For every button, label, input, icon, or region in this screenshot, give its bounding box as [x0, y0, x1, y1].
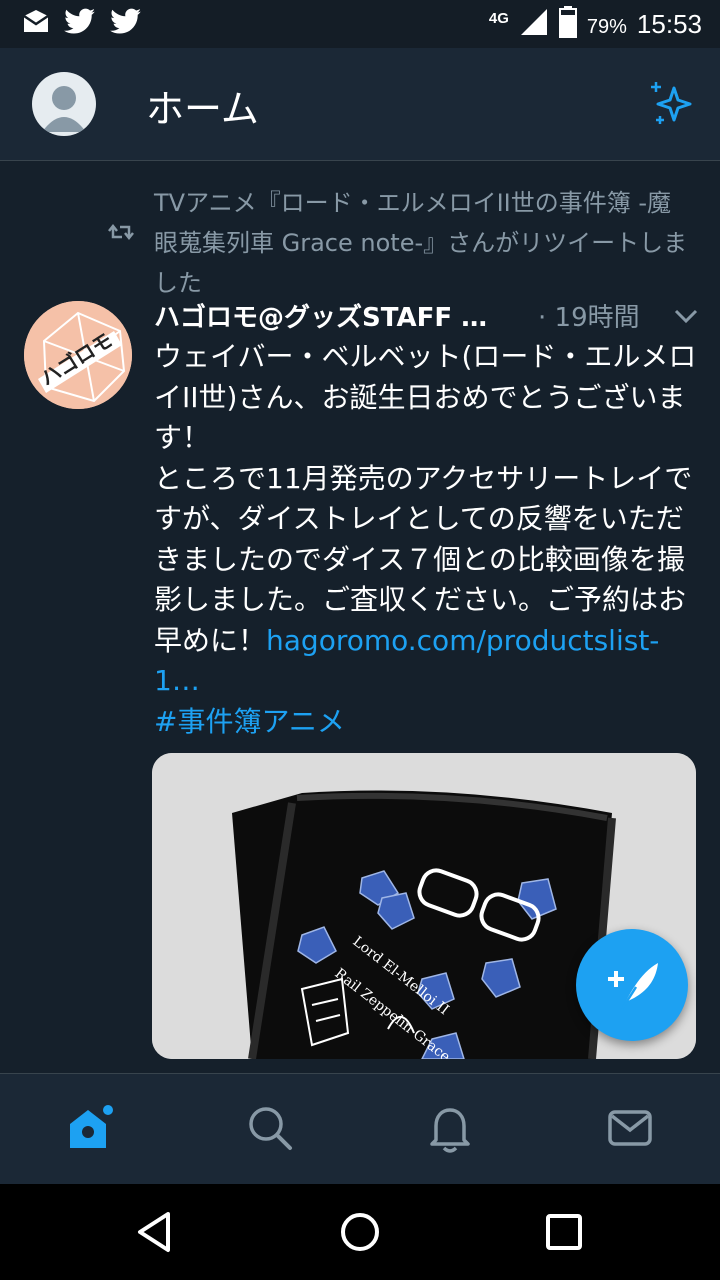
hashtag-link[interactable]: #事件簿アニメ: [154, 702, 702, 743]
retweet-text: TVアニメ『ロード・エルメロイII世の事件簿 -魔眼蒐集列車 Grace not…: [154, 189, 688, 297]
signal-icon: [519, 7, 549, 41]
tweet-text-line: ところで11月発売のアクセサリートレイですが、ダイストレイとしての反響をいただき…: [154, 461, 693, 698]
network-label: 4G: [488, 9, 509, 27]
back-icon[interactable]: [132, 1208, 180, 1256]
tweet-text: ウェイバー・ベルベット(ロード・エルメロイII世)さん、お誕生日おめでとうござい…: [154, 337, 702, 742]
chevron-down-icon[interactable]: [672, 305, 700, 329]
twitter-icon: [110, 8, 142, 40]
battery-percent: 79%: [586, 15, 627, 38]
compose-tweet-button[interactable]: [576, 929, 688, 1041]
recents-icon[interactable]: [540, 1208, 588, 1256]
author-name[interactable]: ハゴロモ@グッズSTAFF …: [154, 297, 487, 334]
battery-icon: [558, 6, 577, 42]
clock: 15:53: [636, 8, 702, 39]
search-icon[interactable]: [244, 1102, 296, 1154]
profile-avatar[interactable]: [32, 72, 96, 136]
app-header: ホーム: [0, 48, 720, 161]
tweet-time: · 19時間: [538, 303, 640, 333]
page-title: ホーム: [146, 87, 259, 131]
tweet-header: ハゴロモ@グッズSTAFF … · 19時間: [154, 297, 704, 337]
notifications-icon[interactable]: [424, 1102, 476, 1154]
home-icon[interactable]: [64, 1102, 116, 1154]
tweet-text-line: ウェイバー・ベルベット(ロード・エルメロイII世)さん、お誕生日おめでとうござい…: [154, 340, 697, 454]
home-nav-icon[interactable]: [336, 1208, 384, 1256]
status-bar: 4G 79% 15:53: [0, 0, 720, 48]
author-avatar[interactable]: ハゴロモ: [24, 301, 132, 409]
retweet-icon: [108, 219, 134, 245]
mail-notification-icon: [22, 8, 50, 40]
twitter-icon: [64, 8, 96, 40]
bottom-tab-bar: [0, 1073, 720, 1185]
messages-icon[interactable]: [604, 1102, 656, 1154]
system-nav-bar: [0, 1184, 720, 1280]
sparkle-icon[interactable]: [648, 80, 696, 128]
